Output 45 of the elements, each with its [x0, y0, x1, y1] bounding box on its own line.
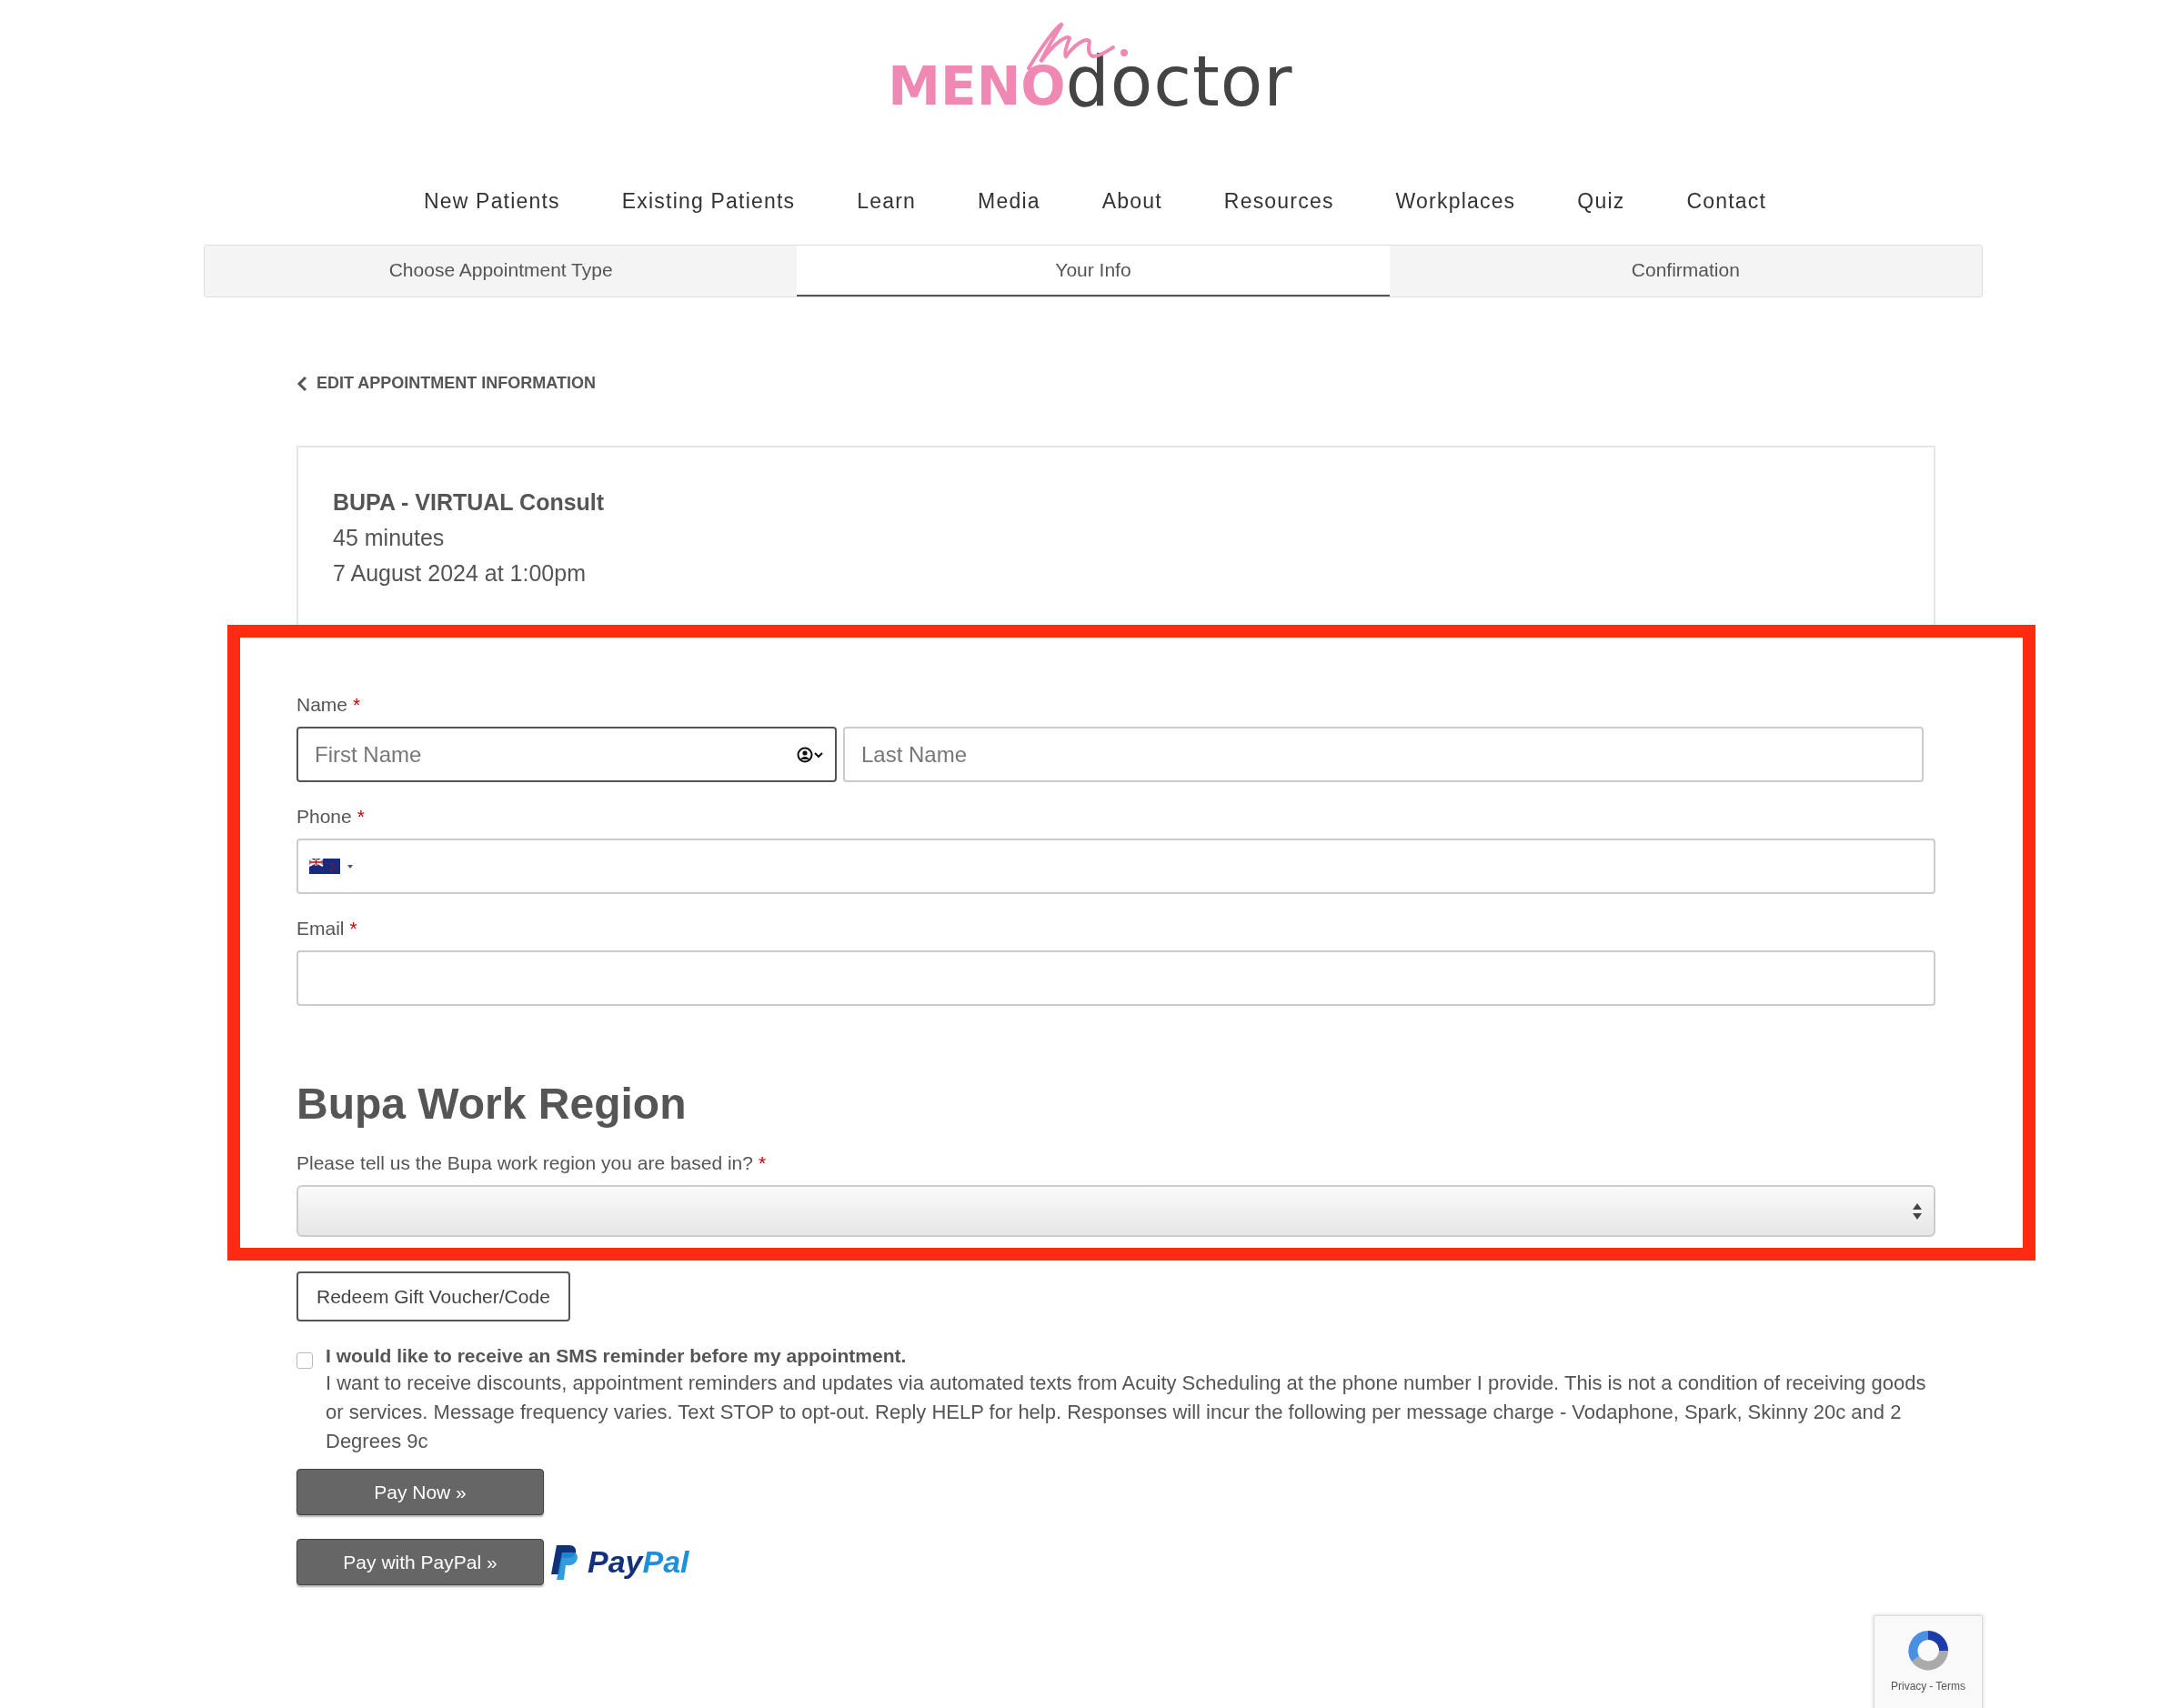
field-label: Email	[296, 918, 345, 939]
required-mark: *	[353, 694, 361, 716]
paypal-button[interactable]: Pay with PayPal »	[296, 1539, 544, 1585]
nav-link[interactable]: Quiz	[1577, 189, 1625, 214]
required-mark: *	[349, 918, 357, 939]
appointment-title: BUPA - VIRTUAL Consult	[333, 489, 606, 516]
section-heading: Bupa Work Region	[296, 1079, 688, 1129]
first-name-field[interactable]: First Name	[296, 727, 837, 782]
consent-text: I want to receive discounts, appointment reminders and updates via automated texts from Acuity Scheduling at the phone number I provide. This is not a condition of receiving goods or services. Message frequency varies. Text STOP to opt-out. Reply HELP for help. Responses will incur the following per message charge - Vodaphone, Spark, Skinny 20c and 2 Degrees 9c	[326, 1371, 1927, 1454]
flag-icon[interactable]	[309, 858, 355, 875]
logo-text: MENO	[888, 60, 1066, 113]
pay-now-button[interactable]: Pay Now »	[296, 1469, 544, 1515]
logo[interactable]: MENOdoctor	[888, 18, 1293, 116]
nav-link[interactable]: About	[1101, 189, 1162, 214]
separator: -	[1929, 1680, 1934, 1693]
field-label: Phone	[296, 806, 352, 828]
nav-link[interactable]: Workplaces	[1395, 189, 1516, 214]
paypal-p-icon	[549, 1542, 580, 1582]
recaptcha-badge[interactable]: Privacy - Terms	[1874, 1615, 1983, 1708]
required-mark: *	[759, 1152, 767, 1174]
phone-field[interactable]	[296, 839, 1935, 894]
nav-link[interactable]: Learn	[857, 189, 917, 214]
region-select[interactable]	[296, 1185, 1935, 1237]
last-name-field[interactable]: Last Name	[843, 727, 1924, 782]
terms-link[interactable]: Terms	[1935, 1680, 1965, 1693]
nav-link[interactable]: Media	[978, 189, 1040, 214]
chevron-left-icon	[296, 375, 307, 392]
email-field[interactable]	[296, 950, 1935, 1006]
redeem-button[interactable]: Redeem Gift Voucher/Code	[296, 1271, 570, 1321]
appointment-date: 7 August 2024 at 1:00pm	[333, 560, 587, 587]
field-label: Please tell us the Bupa work region you are based in?	[296, 1152, 753, 1174]
privacy-link[interactable]: Privacy	[1891, 1680, 1927, 1693]
paypal-wordmark: PayPal	[588, 1544, 689, 1580]
field-label: Name	[296, 694, 348, 716]
checkbox[interactable]	[296, 1352, 313, 1369]
nav-link[interactable]: Resources	[1223, 189, 1334, 214]
nav-link[interactable]: New Patients	[423, 189, 560, 214]
logo-text: doctor	[1065, 47, 1293, 116]
step-tab[interactable]: Your Info	[797, 246, 1390, 296]
required-mark: *	[357, 806, 365, 828]
nav-link[interactable]: Contact	[1686, 189, 1767, 214]
nav-link[interactable]: Existing Patients	[621, 189, 796, 214]
checkbox-label: I would like to receive an SMS reminder before my appointment.	[326, 1345, 908, 1367]
back-link[interactable]: EDIT APPOINTMENT INFORMATION	[296, 374, 596, 393]
appointment-duration: 45 minutes	[333, 525, 446, 551]
